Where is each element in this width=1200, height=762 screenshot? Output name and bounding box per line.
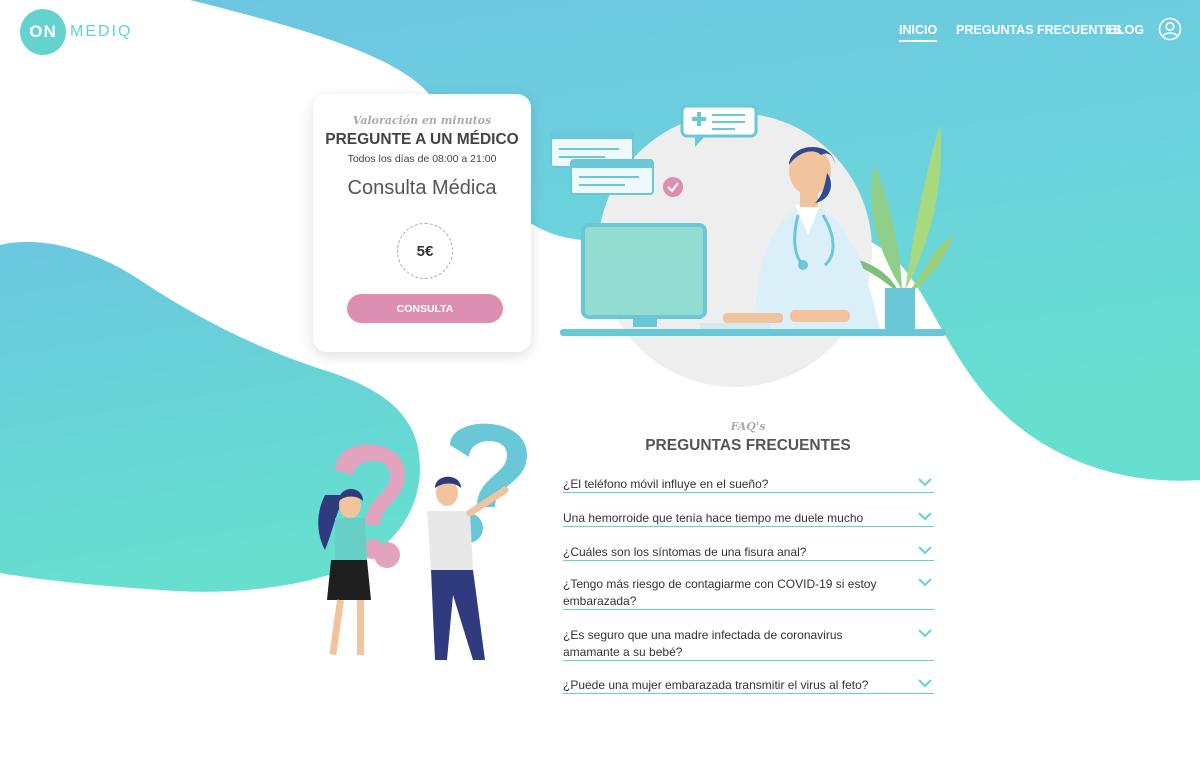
consult-card: Valoración en minutos PREGUNTE A UN MÉDI…: [313, 94, 531, 352]
card-subtitle: Valoración en minutos: [352, 114, 492, 127]
faq-question: ¿Puede una mujer embarazada transmitir e…: [563, 678, 869, 692]
logo-text: MEDIQ: [70, 23, 133, 40]
price-badge: 5€: [397, 223, 453, 279]
consult-button[interactable]: CONSULTA: [347, 294, 503, 323]
logo[interactable]: ON MEDIQ: [20, 9, 132, 55]
faq-question: ¿Tengo más riesgo de contagiarme con COV…: [563, 577, 877, 608]
nav-link-inicio[interactable]: INICIO: [899, 23, 938, 42]
faq-item[interactable]: ¿Puede una mujer embarazada transmitir e…: [563, 677, 934, 694]
faq-question: ¿Es seguro que una madre infectada de co…: [563, 628, 843, 659]
chat-window-icon: [550, 130, 654, 195]
logo-on-text: ON: [29, 22, 57, 41]
faq-item[interactable]: ¿Es seguro que una madre infectada de co…: [563, 627, 934, 661]
chevron-down-icon[interactable]: [918, 512, 932, 521]
faq-question: ¿El teléfono móvil influye en el sueño?: [563, 477, 769, 491]
chevron-down-icon[interactable]: [918, 578, 932, 587]
card-hours: Todos los días de 08:00 a 21:00: [347, 153, 497, 165]
check-icon: [663, 177, 683, 197]
nav-link-preguntas-frecuentes[interactable]: PREGUNTAS FRECUENTES: [956, 23, 1122, 37]
doctor-illustration: [550, 104, 953, 387]
faq-item[interactable]: ¿Cuáles son los síntomas de una fisura a…: [563, 544, 934, 561]
logo-badge: ON: [20, 9, 66, 55]
card-title: PREGUNTE A UN MÉDICO: [325, 131, 519, 148]
faq-item[interactable]: Una hemorroide que tenía hace tiempo me …: [563, 510, 934, 527]
faq-item[interactable]: ¿El teléfono móvil influye en el sueño?: [563, 476, 934, 493]
faq-item[interactable]: ¿Tengo más riesgo de contagiarme con COV…: [563, 576, 934, 610]
chevron-down-icon[interactable]: [918, 478, 932, 487]
faq-subtitle: FAQ's: [730, 420, 766, 433]
faq-question: Una hemorroide que tenía hace tiempo me …: [563, 511, 864, 525]
user-circle-icon[interactable]: [1158, 17, 1182, 41]
price-value: 5€: [416, 242, 434, 260]
nav-link-blog[interactable]: BLOG: [1108, 23, 1144, 37]
question-people-illustration: [318, 423, 527, 660]
chevron-down-icon[interactable]: [918, 679, 932, 688]
chevron-down-icon[interactable]: [918, 629, 932, 638]
chevron-down-icon[interactable]: [918, 546, 932, 555]
faq-question: ¿Cuáles son los síntomas de una fisura a…: [563, 545, 807, 559]
faq-title: PREGUNTAS FRECUENTES: [645, 437, 851, 454]
card-service-name: Consulta Médica: [347, 177, 497, 199]
